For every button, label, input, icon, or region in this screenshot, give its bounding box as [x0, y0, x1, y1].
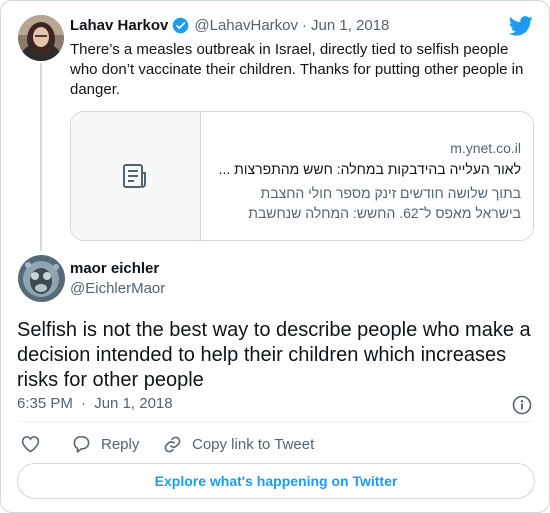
article-icon — [123, 164, 146, 188]
link-domain: m.ynet.co.il — [450, 140, 521, 156]
reply-button[interactable]: Reply — [72, 435, 139, 453]
explore-twitter-button[interactable]: Explore what's happening on Twitter — [17, 463, 535, 499]
link-preview-card[interactable]: m.ynet.co.il לאור העלייה בהידבקות במחלה:… — [70, 111, 534, 241]
author-name[interactable]: Lahav Harkov — [70, 17, 168, 34]
tweet-time[interactable]: 6:35 PM — [17, 395, 73, 412]
verified-badge-icon — [172, 17, 189, 34]
tweet-timestamp[interactable]: 6:35 PM · Jun 1, 2018 — [17, 395, 173, 412]
link-preview-thumbnail — [71, 112, 201, 240]
divider — [17, 421, 533, 422]
copy-link-label: Copy link to Tweet — [192, 436, 315, 453]
link-title: לאור העלייה בהידבקות במחלה: חשש מהתפרצות… — [218, 161, 521, 177]
avatar-lahav-harkov[interactable] — [18, 15, 64, 61]
avatar-maor-eichler[interactable] — [18, 255, 65, 302]
thread-line — [40, 63, 42, 251]
tweet-date[interactable]: Jun 1, 2018 — [94, 395, 172, 412]
like-button[interactable] — [21, 435, 50, 453]
reply-author-name[interactable]: maor eichler — [70, 260, 159, 277]
separator: · — [81, 395, 87, 412]
heart-icon — [21, 436, 40, 453]
info-icon[interactable] — [512, 395, 532, 420]
link-description: בתוך שלושה חודשים זינק מספר חולי החצבת ב… — [248, 183, 521, 223]
link-description-line: בישראל מאפס ל־62. החשש: המחלה שנחשבת — [248, 205, 521, 221]
reply-icon — [73, 436, 90, 453]
twitter-bird-icon[interactable] — [508, 16, 533, 36]
separator: · — [302, 17, 307, 34]
author-handle[interactable]: @LahavHarkov — [194, 17, 298, 34]
quoted-tweet-header: Lahav Harkov @LahavHarkov · Jun 1, 2018 — [70, 17, 389, 34]
quoted-tweet-text: There’s a measles outbreak in Israel, di… — [70, 41, 524, 98]
reply-author-handle[interactable]: @EichlerMaor — [70, 280, 165, 297]
reply-tweet-text: Selfish is not the best way to describe … — [17, 319, 531, 391]
tweet-date[interactable]: Jun 1, 2018 — [311, 17, 389, 34]
copy-link-button[interactable]: Copy link to Tweet — [163, 435, 314, 454]
tweet-embed-card: Lahav Harkov @LahavHarkov · Jun 1, 2018 … — [0, 0, 550, 513]
link-description-line: בתוך שלושה חודשים זינק מספר חולי החצבת — [260, 185, 521, 201]
reply-label: Reply — [101, 435, 140, 453]
link-icon — [164, 436, 181, 453]
